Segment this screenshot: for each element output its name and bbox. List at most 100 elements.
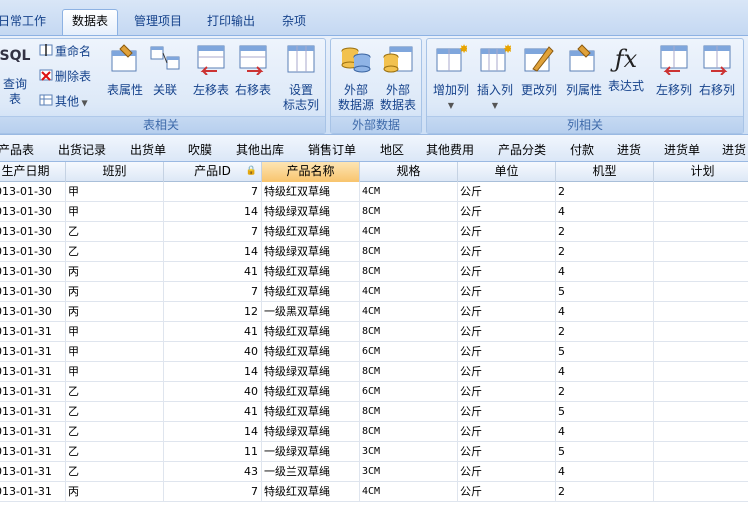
table-cell[interactable]: 4 [556, 262, 654, 282]
table-cell[interactable]: 特级红双草绳 [262, 382, 360, 402]
table-row[interactable]: 2013-01-31甲40特级红双草绳6CM公斤5 [0, 342, 748, 362]
column-header[interactable]: 计划 [654, 162, 748, 182]
table-tab[interactable]: 进货 [617, 141, 641, 158]
table-tab[interactable]: 进货 [722, 141, 746, 158]
table-cell[interactable]: 8CM [360, 362, 458, 382]
table-tab[interactable]: 产品表 [0, 141, 34, 158]
table-cell[interactable]: 2013-01-31 [0, 342, 66, 362]
table-cell[interactable]: 2 [556, 222, 654, 242]
column-header[interactable]: 规格 [360, 162, 458, 182]
table-cell[interactable]: 4 [556, 362, 654, 382]
column-header[interactable]: 单位 [458, 162, 556, 182]
table-cell[interactable]: 2013-01-31 [0, 402, 66, 422]
table-cell[interactable] [654, 222, 748, 242]
column-props-button[interactable]: 列属性 [563, 43, 605, 98]
table-cell[interactable]: 公斤 [458, 182, 556, 202]
table-cell[interactable]: 特级红双草绳 [262, 262, 360, 282]
table-cell[interactable]: 公斤 [458, 442, 556, 462]
column-header[interactable]: 班别 [66, 162, 164, 182]
table-cell[interactable]: 公斤 [458, 362, 556, 382]
table-cell[interactable]: 特级红双草绳 [262, 222, 360, 242]
table-cell[interactable]: 乙 [66, 222, 164, 242]
table-row[interactable]: 2013-01-31乙41特级红双草绳8CM公斤5 [0, 402, 748, 422]
table-tab[interactable]: 出货记录 [58, 141, 106, 158]
column-header-selected[interactable]: 产品名称 [262, 162, 360, 182]
column-header[interactable]: 机型 [556, 162, 654, 182]
table-cell[interactable]: 4CM [360, 182, 458, 202]
table-cell[interactable] [654, 402, 748, 422]
table-row[interactable]: 2013-01-30甲7特级红双草绳4CM公斤2 [0, 182, 748, 202]
table-cell[interactable]: 14 [164, 242, 262, 262]
table-cell[interactable]: 11 [164, 442, 262, 462]
table-cell[interactable]: 公斤 [458, 202, 556, 222]
table-row[interactable]: 2013-01-30乙7特级红双草绳4CM公斤2 [0, 222, 748, 242]
table-cell[interactable]: 一级黑双草绳 [262, 302, 360, 322]
table-cell[interactable]: 4CM [360, 482, 458, 502]
table-cell[interactable]: 特级红双草绳 [262, 482, 360, 502]
expression-button[interactable]: ƒx 表达式 [605, 43, 647, 94]
table-cell[interactable]: 特级红双草绳 [262, 402, 360, 422]
table-cell[interactable]: 2 [556, 382, 654, 402]
table-tab[interactable]: 吹膜 [188, 141, 212, 158]
table-tab[interactable]: 进货单 [664, 141, 700, 158]
table-cell[interactable]: 2013-01-30 [0, 262, 66, 282]
table-cell[interactable]: 5 [556, 282, 654, 302]
table-cell[interactable]: 2013-01-30 [0, 222, 66, 242]
move-table-right-button[interactable]: 右移表 [233, 43, 273, 98]
tab-misc[interactable]: 杂项 [274, 10, 314, 34]
relation-button[interactable]: 关联 [147, 43, 183, 98]
table-tab[interactable]: 出货单 [130, 141, 166, 158]
tab-daily-work[interactable]: 日常工作 [0, 10, 48, 34]
table-cell[interactable]: 4 [556, 302, 654, 322]
table-cell[interactable]: 特级绿双草绳 [262, 422, 360, 442]
tab-data-table[interactable]: 数据表 [62, 9, 118, 36]
table-cell[interactable]: 乙 [66, 442, 164, 462]
table-cell[interactable]: 乙 [66, 242, 164, 262]
table-cell[interactable]: 一级兰双草绳 [262, 462, 360, 482]
table-tab[interactable]: 销售订单 [308, 141, 356, 158]
table-cell[interactable] [654, 342, 748, 362]
table-cell[interactable]: 4CM [360, 302, 458, 322]
table-row[interactable]: 2013-01-30乙14特级绿双草绳8CM公斤2 [0, 242, 748, 262]
table-cell[interactable]: 公斤 [458, 302, 556, 322]
table-cell[interactable]: 5 [556, 402, 654, 422]
set-flag-column-button[interactable]: 设置 标志列 [279, 43, 323, 113]
table-row[interactable]: 2013-01-31乙43一级兰双草绳3CM公斤4 [0, 462, 748, 482]
tab-manage-project[interactable]: 管理项目 [128, 10, 188, 34]
table-cell[interactable]: 特级绿双草绳 [262, 202, 360, 222]
rename-table-button[interactable]: 重命名 [39, 43, 91, 61]
table-cell[interactable]: 3CM [360, 442, 458, 462]
table-cell[interactable]: 7 [164, 482, 262, 502]
table-tab[interactable]: 其他出库 [236, 141, 284, 158]
external-table-button[interactable]: 外部 数据表 [377, 43, 419, 113]
table-cell[interactable]: 公斤 [458, 482, 556, 502]
table-cell[interactable]: 特级绿双草绳 [262, 362, 360, 382]
table-cell[interactable]: 2013-01-31 [0, 462, 66, 482]
delete-table-button[interactable]: 删除表 [39, 68, 91, 86]
table-cell[interactable] [654, 462, 748, 482]
table-cell[interactable] [654, 202, 748, 222]
table-cell[interactable]: 4 [556, 422, 654, 442]
edit-column-button[interactable]: 更改列 [517, 43, 561, 98]
table-cell[interactable]: 4 [556, 462, 654, 482]
table-cell[interactable]: 14 [164, 362, 262, 382]
table-cell[interactable]: 甲 [66, 342, 164, 362]
table-cell[interactable] [654, 422, 748, 442]
tab-print-output[interactable]: 打印输出 [200, 10, 262, 34]
table-cell[interactable] [654, 302, 748, 322]
sql-query-button[interactable]: SQL 查询表 [0, 47, 31, 107]
move-column-right-button[interactable]: 右移列 [695, 43, 739, 98]
table-row[interactable]: 2013-01-30甲14特级绿双草绳8CM公斤4 [0, 202, 748, 222]
table-tab[interactable]: 地区 [380, 141, 404, 158]
table-cell[interactable]: 公斤 [458, 322, 556, 342]
table-row[interactable]: 2013-01-30丙12一级黑双草绳4CM公斤4 [0, 302, 748, 322]
table-cell[interactable]: 特级红双草绳 [262, 342, 360, 362]
table-cell[interactable]: 41 [164, 322, 262, 342]
table-cell[interactable]: 43 [164, 462, 262, 482]
table-cell[interactable]: 丙 [66, 302, 164, 322]
table-cell[interactable]: 公斤 [458, 242, 556, 262]
table-props-button[interactable]: 表属性 [105, 43, 145, 98]
table-cell[interactable]: 2013-01-31 [0, 382, 66, 402]
table-cell[interactable]: 7 [164, 282, 262, 302]
table-cell[interactable]: 8CM [360, 422, 458, 442]
